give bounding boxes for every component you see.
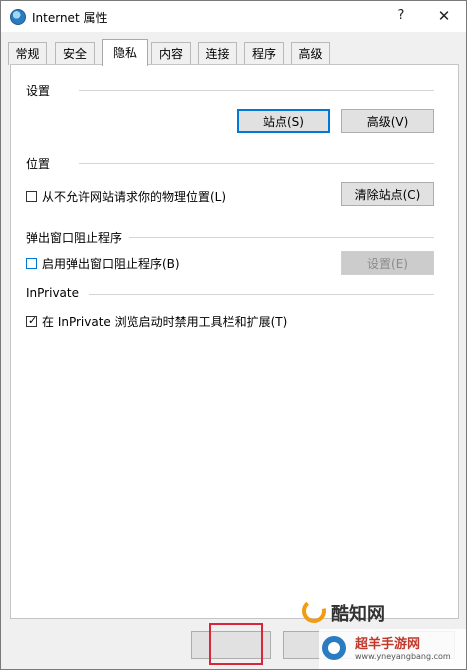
location-divider <box>79 163 434 164</box>
tab-programs[interactable]: 程序 <box>244 42 284 65</box>
tab-advanced[interactable]: 高级 <box>291 42 330 65</box>
location-checkbox-row[interactable]: 从不允许网站请求你的物理位置(L) <box>26 189 326 205</box>
settings-divider <box>79 90 434 91</box>
clear-sites-button[interactable]: 清除站点(C) <box>341 182 434 206</box>
tab-general[interactable]: 常规 <box>8 42 47 65</box>
popup-blocker-checkbox-label: 启用弹出窗口阻止程序(B) <box>42 257 180 271</box>
popup-settings-button[interactable]: 设置(E) <box>341 251 434 275</box>
watermark-text-1: 酷知网 <box>331 604 385 625</box>
inprivate-checkbox-row[interactable]: ✓ 在 InPrivate 浏览启动时禁用工具栏和扩展(T) <box>26 314 356 330</box>
help-button[interactable]: ? <box>386 4 416 28</box>
highlight-box <box>209 623 263 665</box>
inprivate-heading: InPrivate <box>26 286 79 300</box>
checkmark-icon: ✓ <box>28 314 38 327</box>
watermark-url: www.yneyangbang.com <box>355 652 451 661</box>
location-heading: 位置 <box>26 157 51 171</box>
privacy-tab-panel: 设置 站点(S) 高级(V) 位置 从不允许网站请求你的物理位置(L) 清除站点… <box>10 64 459 619</box>
close-icon[interactable]: ✕ <box>429 4 459 28</box>
sites-button[interactable]: 站点(S) <box>237 109 330 133</box>
internet-properties-window: Internet 属性 ? ✕ 常规 安全 隐私 内容 连接 程序 高级 设置 … <box>0 0 467 670</box>
popup-blocker-checkbox[interactable] <box>26 258 37 269</box>
watermark-text-2: 超羊手游网 <box>355 637 421 652</box>
settings-heading: 设置 <box>26 84 51 98</box>
title-bar: Internet 属性 ? ✕ <box>1 1 466 32</box>
watermark-badge-icon <box>322 636 346 660</box>
location-checkbox[interactable] <box>26 191 37 202</box>
tab-content[interactable]: 内容 <box>151 42 191 65</box>
watermark-logo-1: 酷知网 <box>301 598 461 625</box>
tab-connections[interactable]: 连接 <box>198 42 237 65</box>
window-title: Internet 属性 <box>32 11 108 25</box>
internet-globe-icon <box>10 9 26 25</box>
advanced-button[interactable]: 高级(V) <box>341 109 434 133</box>
inprivate-checkbox-label: 在 InPrivate 浏览启动时禁用工具栏和扩展(T) <box>42 315 288 329</box>
popup-blocker-checkbox-row[interactable]: 启用弹出窗口阻止程序(B) <box>26 256 276 272</box>
tab-security[interactable]: 安全 <box>55 42 95 65</box>
location-checkbox-label: 从不允许网站请求你的物理位置(L) <box>42 190 227 204</box>
popup-blocker-heading: 弹出窗口阻止程序 <box>26 231 123 245</box>
tab-privacy[interactable]: 隐私 <box>102 39 148 66</box>
inprivate-checkbox[interactable]: ✓ <box>26 314 38 327</box>
inprivate-divider <box>89 294 434 295</box>
watermark-logo-2: 超羊手游网 www.yneyangbang.com <box>319 629 466 669</box>
popup-blocker-divider <box>129 237 434 238</box>
watermark-swirl-icon <box>302 599 326 623</box>
